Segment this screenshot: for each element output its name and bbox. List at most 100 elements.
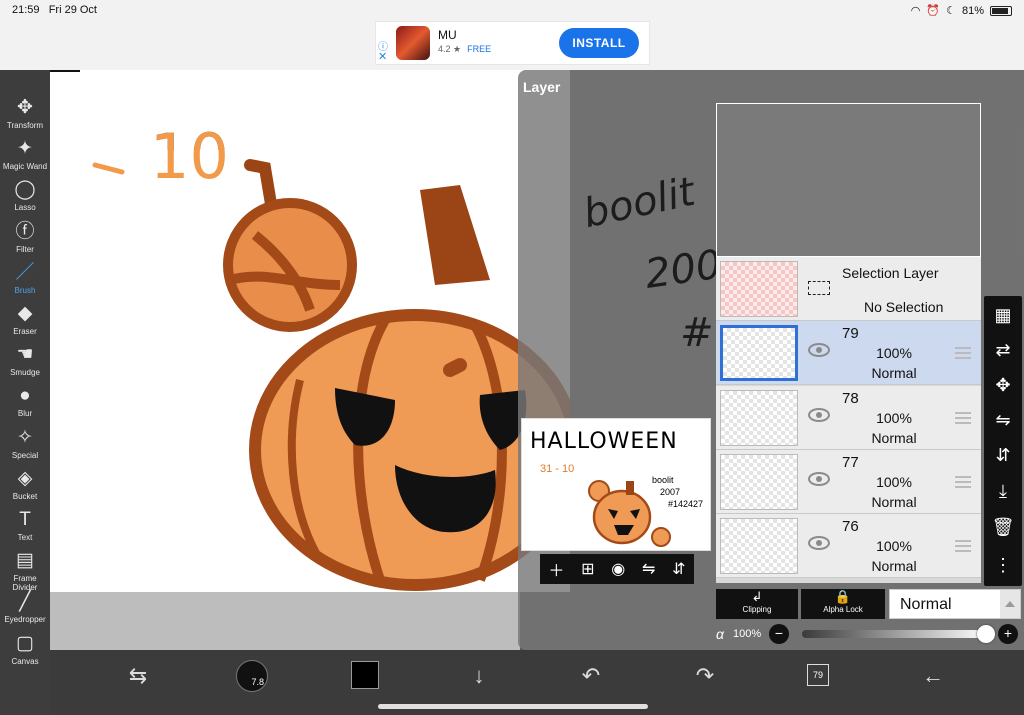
lasso-icon: ◯ (14, 179, 36, 201)
tool-special[interactable]: ✧ Special (0, 426, 50, 466)
text-icon: T (19, 509, 31, 530)
layer-number: 77 (842, 454, 859, 471)
merge-down-icon[interactable]: ⤓ (984, 474, 1022, 508)
tool-label: Filter (16, 244, 34, 254)
back-arrow-icon[interactable]: ← (913, 660, 953, 692)
camera-icon[interactable]: ◉ (611, 559, 625, 579)
eye-icon[interactable] (808, 408, 830, 422)
wifi-icon: ◠ (910, 5, 921, 17)
status-bar: 21:59 Fri 29 Oct ◠ ⏰ ☾ 81% (0, 0, 1024, 20)
tool-eraser[interactable]: ◆ Eraser (0, 302, 50, 342)
tool-frame-divider[interactable]: ▤ Frame Divider (0, 549, 50, 592)
layer-row[interactable]: 79 100% Normal (716, 321, 981, 385)
move-icon[interactable]: ✥ (984, 368, 1022, 402)
drag-handle-icon[interactable] (955, 476, 971, 488)
sparkle-icon: ✧ (17, 426, 33, 448)
tool-label: Brush (14, 285, 36, 295)
opacity-slider[interactable] (802, 625, 995, 643)
layer-row[interactable]: 78 100% Normal (716, 386, 981, 450)
add-layer-icon[interactable]: ＋ (548, 557, 564, 581)
selection-layer-name: Selection Layer (842, 265, 939, 281)
tool-brush[interactable]: ／ Brush (0, 261, 50, 301)
flip-horizontal-icon[interactable]: ⇋ (642, 559, 655, 579)
tool-sidebar: ✥ Transform ✦ Magic Wand ◯ Lasso ⓕ Filter ／ Brush… (0, 70, 50, 715)
blend-mode-select[interactable]: Normal (889, 589, 1021, 619)
eyedropper-icon: ╱ (19, 591, 31, 613)
add-layer-copy-icon[interactable]: ⊞ (581, 559, 594, 579)
tool-blur[interactable]: ● Blur (0, 384, 50, 424)
opacity-increase-button[interactable]: + (998, 624, 1018, 644)
blend-mode-value: Normal (900, 596, 952, 613)
color-swatch[interactable] (351, 661, 379, 689)
alpha-value: 100% (733, 628, 762, 640)
ad-banner[interactable]: ⓘ ✕ MU 4.2 ★ FREE INSTALL (375, 21, 650, 65)
redo-icon[interactable]: ↷ (685, 660, 725, 692)
tool-label: Lasso (14, 203, 36, 213)
tool-label: Magic Wand (2, 162, 48, 172)
tool-lasso[interactable]: ◯ Lasso (0, 178, 50, 218)
tool-smudge[interactable]: ☚ Smudge (0, 343, 50, 383)
tool-filter[interactable]: ⓕ Filter (0, 220, 50, 260)
layer-tools-column: ▦ ⇄ ✥ ⇋ ⇵ ⤓ 🗑 ⋮ (984, 296, 1022, 586)
layer-blend-mode: Normal (871, 430, 917, 446)
undo-icon[interactable]: ↶ (571, 660, 611, 692)
tool-transform[interactable]: ✥ Transform (0, 96, 50, 136)
layer-opacity: 100% (876, 474, 912, 490)
more-options-icon[interactable]: ⋮ (984, 548, 1022, 582)
smudge-icon: ☚ (16, 344, 34, 366)
eye-icon[interactable] (808, 472, 830, 486)
transfer-layer-icon[interactable]: ⇄ (984, 333, 1022, 367)
arrow-down-icon[interactable]: ↓ (459, 660, 499, 692)
drag-handle-icon[interactable] (955, 412, 971, 424)
magic-wand-icon: ✦ (17, 138, 33, 160)
flip-vertical-icon[interactable]: ⇵ (672, 559, 685, 579)
ad-rating: 4.2 ★ FREE (438, 44, 492, 54)
artwork-thumbnail[interactable]: HALLOWEEN 31 - 10 boolit 2007 #142427 (521, 418, 711, 551)
tool-text[interactable]: T Text (0, 508, 50, 548)
eye-icon[interactable] (808, 536, 830, 550)
tool-magic-wand[interactable]: ✦ Magic Wand (0, 137, 50, 177)
lock-icon: 🔒 (834, 589, 852, 604)
layer-list-header (716, 103, 981, 257)
layer-blend-mode: Normal (871, 558, 917, 574)
clipping-button[interactable]: ↲ Clipping (716, 589, 798, 619)
checkerboard-icon[interactable]: ▦ (984, 298, 1022, 332)
flip-layer-horizontal-icon[interactable]: ⇋ (984, 403, 1022, 437)
brush-settings-icon[interactable]: ⇆ (118, 660, 158, 692)
tool-canvas[interactable]: ▢ Canvas (0, 632, 50, 672)
layer-number: 76 (842, 518, 859, 535)
home-indicator (378, 704, 648, 709)
layer-row[interactable]: 77 100% Normal (716, 450, 981, 514)
brush-size-button[interactable]: 7.8 (236, 660, 268, 692)
layer-row[interactable]: 76 100% Normal (716, 514, 981, 578)
alpha-lock-button[interactable]: 🔒 Alpha Lock (801, 589, 885, 619)
ad-install-button[interactable]: INSTALL (559, 28, 639, 58)
layer-opacity: 100% (876, 538, 912, 554)
layer-thumbnail (720, 518, 798, 574)
layer-thumbnail (720, 454, 798, 510)
move-arrows-icon: ✥ (17, 97, 33, 118)
layer-thumbnail (720, 325, 798, 381)
drag-handle-icon[interactable] (955, 347, 971, 359)
tool-eyedropper[interactable]: ╱ Eyedropper (0, 590, 50, 630)
status-time: 21:59 Fri 29 Oct (12, 4, 97, 16)
opacity-slider-knob[interactable] (977, 625, 995, 643)
layer-opacity: 100% (876, 410, 912, 426)
selection-layer-thumbnail (720, 261, 798, 317)
drop-icon: ● (19, 385, 31, 407)
trash-icon[interactable]: 🗑 (984, 510, 1022, 544)
chevron-up-icon[interactable] (1000, 590, 1020, 618)
drag-handle-icon[interactable] (955, 540, 971, 552)
layers-button[interactable]: 79 (807, 664, 835, 692)
selection-layer-row[interactable]: Selection Layer No Selection (716, 257, 981, 321)
drawing-canvas[interactable]: 10 10 (50, 70, 570, 592)
tool-label: Transform (6, 121, 44, 130)
ad-close-icon[interactable]: ✕ (378, 50, 387, 63)
tool-bucket[interactable]: ◈ Bucket (0, 467, 50, 507)
flip-layer-vertical-icon[interactable]: ⇵ (984, 438, 1022, 472)
tool-label: Special (11, 450, 39, 460)
opacity-decrease-button[interactable]: − (769, 624, 789, 644)
thumbnail-toolbar: ＋ ⊞ ◉ ⇋ ⇵ (540, 554, 694, 584)
eye-icon[interactable] (808, 343, 830, 357)
alarm-icon: ⏰ (926, 5, 941, 17)
